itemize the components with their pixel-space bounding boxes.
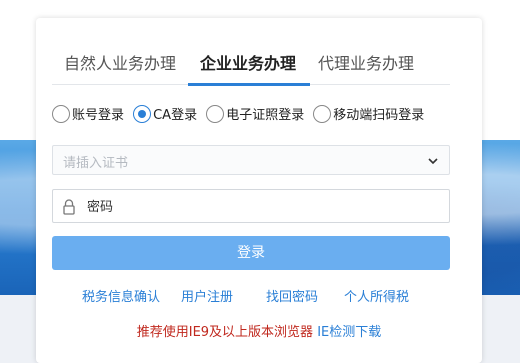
chevron-down-icon [428,158,438,165]
radio-label: 账号登录 [72,108,125,123]
link-individual-income-tax[interactable]: 个人所得税 [344,286,409,305]
radio-label: 移动端扫码登录 [333,108,425,123]
radio-ca-login[interactable]: CA登录 [133,104,197,123]
radio-circle[interactable] [133,104,152,123]
certificate-select-placeholder: 请插入证书 [63,156,129,171]
certificate-select[interactable]: 请插入证书 [52,145,450,175]
radio-label: 电子证照登录 [226,108,305,123]
tab-agency[interactable]: 代理业务办理 [318,50,414,74]
radio-circle[interactable] [52,104,70,123]
login-method-group: 账号登录 CA登录 电子证照登录 移动端扫码登录 [52,104,428,126]
radio-account-login[interactable]: 账号登录 [52,104,124,123]
ie-check-download-link[interactable]: IE检测下载 [317,325,381,340]
password-input[interactable] [85,194,439,220]
login-panel: 自然人业务办理 企业业务办理 代理业务办理 账号登录 CA登录 电子证照登录 移… [36,18,482,363]
lock-icon [63,199,75,215]
link-retrieve-password[interactable]: 找回密码 [266,286,318,305]
active-tab-indicator [188,83,310,86]
radio-e-license-login[interactable]: 电子证照登录 [206,104,304,123]
business-tabs: 自然人业务办理 企业业务办理 代理业务办理 [52,48,450,86]
login-button[interactable]: 登录 [52,236,450,270]
link-tax-info-confirm[interactable]: 税务信息确认 [82,286,160,305]
password-field[interactable] [52,189,450,223]
browser-recommendation-text: 推荐使用IE9及以上版本浏览器 [136,325,314,340]
radio-circle[interactable] [313,104,332,123]
tab-natural-person[interactable]: 自然人业务办理 [64,50,176,74]
radio-label: CA登录 [153,108,198,123]
link-user-register[interactable]: 用户注册 [181,286,233,305]
tab-enterprise[interactable]: 企业业务办理 [200,50,296,74]
browser-notice: 推荐使用IE9及以上版本浏览器 IE检测下载 [36,321,482,340]
radio-mobile-scan-login[interactable]: 移动端扫码登录 [313,104,424,123]
radio-circle[interactable] [206,104,225,123]
footer-links: 税务信息确认 用户注册 找回密码 个人所得税 [36,286,482,305]
